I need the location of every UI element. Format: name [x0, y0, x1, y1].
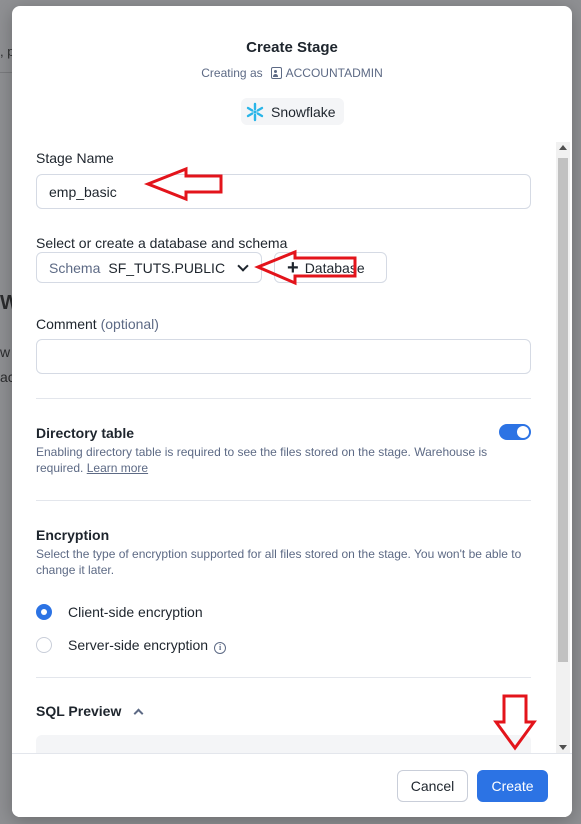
learn-more-link[interactable]: Learn more: [87, 461, 148, 475]
divider: [36, 500, 531, 501]
plus-icon: +: [287, 256, 299, 279]
stage-name-label: Stage Name: [36, 150, 114, 166]
schema-select[interactable]: Schema SF_TUTS.PUBLIC: [36, 252, 262, 283]
background-text-line1: w: [0, 344, 11, 360]
radio-button[interactable]: [36, 637, 52, 654]
role-name: ACCOUNTADMIN: [285, 66, 383, 80]
chevron-down-icon: [237, 259, 249, 272]
comment-label: Comment (optional): [36, 316, 159, 332]
creating-as-label: Creating as: [201, 66, 263, 80]
chevron-up-icon: [133, 708, 144, 718]
encryption-title: Encryption: [36, 527, 110, 543]
snowflake-logo-icon: [245, 102, 265, 122]
comment-label-text: Comment: [36, 316, 97, 332]
cancel-button[interactable]: Cancel: [397, 770, 468, 802]
radio-label: Client-side encryption: [68, 604, 203, 620]
add-database-button[interactable]: + Database: [274, 252, 387, 283]
directory-table-title: Directory table: [36, 425, 135, 441]
sql-preview-title: SQL Preview: [36, 703, 122, 719]
create-stage-dialog: Create Stage Creating as ACCOUNTADMIN Sn…: [12, 6, 572, 817]
scroll-up-arrow-icon[interactable]: [559, 145, 567, 150]
dialog-footer: Cancel Create: [12, 753, 572, 817]
dialog-body[interactable]: Stage Name emp_basic Select or create a …: [12, 142, 572, 753]
sql-preview-toggle[interactable]: SQL Preview: [36, 703, 144, 719]
radio-client-side-encryption[interactable]: Client-side encryption: [36, 604, 203, 620]
stage-name-input[interactable]: emp_basic: [36, 174, 531, 209]
encryption-help: Select the type of encryption supported …: [36, 547, 522, 577]
schema-select-label: Schema: [49, 259, 101, 276]
role-icon: [270, 67, 282, 79]
database-schema-label: Select or create a database and schema: [36, 235, 288, 251]
schema-select-value: SF_TUTS.PUBLIC: [108, 259, 226, 276]
divider: [36, 398, 531, 399]
sql-preview-box: [36, 735, 531, 753]
scroll-down-arrow-icon[interactable]: [559, 745, 567, 750]
create-button[interactable]: Create: [477, 770, 548, 802]
account-badge: Snowflake: [241, 98, 344, 125]
creating-as: Creating as ACCOUNTADMIN: [12, 66, 572, 80]
scrollbar-thumb[interactable]: [558, 158, 568, 662]
add-database-label: Database: [304, 259, 365, 276]
radio-label: Server-side encryption i: [68, 637, 227, 654]
dialog-header: Create Stage Creating as ACCOUNTADMIN Sn…: [12, 6, 572, 142]
dialog-title: Create Stage: [246, 39, 338, 56]
directory-table-help: Enabling directory table is required to …: [36, 444, 536, 476]
comment-input[interactable]: [36, 339, 531, 374]
radio-button-selected[interactable]: [36, 604, 52, 620]
info-icon[interactable]: i: [214, 641, 227, 654]
scrollbar[interactable]: [556, 142, 570, 753]
directory-table-toggle[interactable]: [499, 424, 531, 440]
comment-optional-label: (optional): [100, 316, 159, 332]
account-name: Snowflake: [271, 103, 336, 120]
radio-label-text: Server-side encryption: [68, 637, 209, 653]
divider: [36, 677, 531, 678]
radio-server-side-encryption[interactable]: Server-side encryption i: [36, 637, 227, 654]
